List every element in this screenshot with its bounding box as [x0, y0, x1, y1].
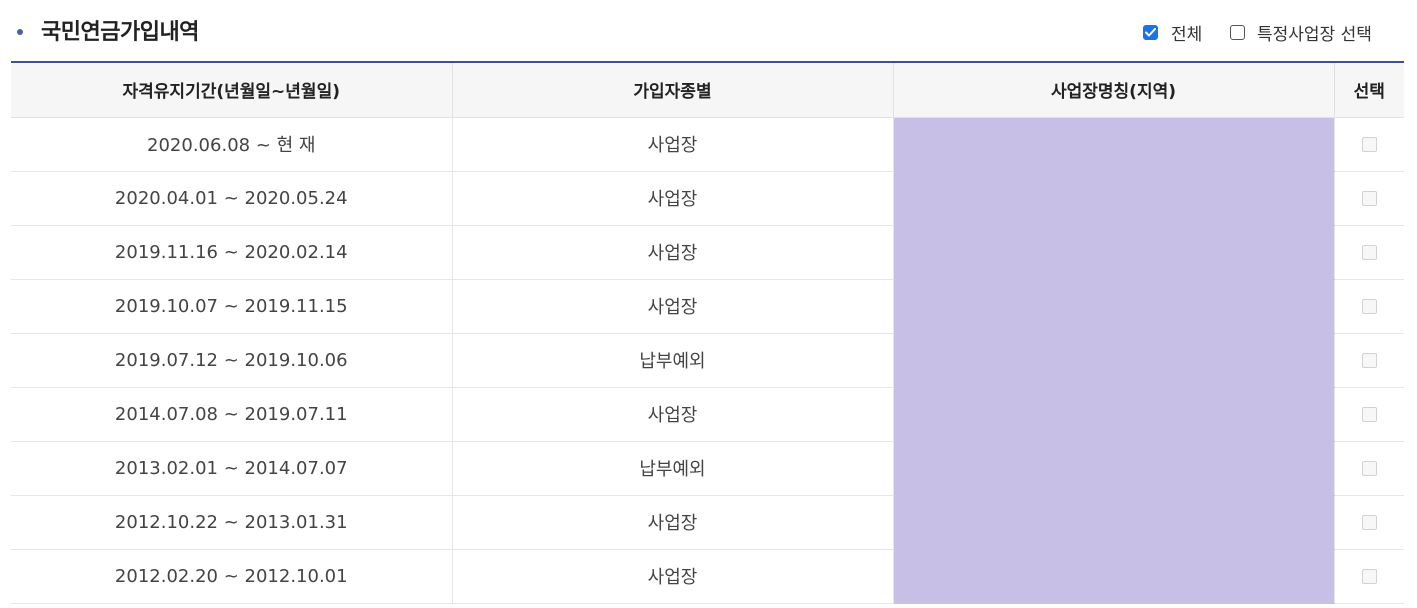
cell-select [1334, 279, 1404, 334]
cell-workplace-redacted [893, 387, 1335, 442]
checkmark-icon [1145, 27, 1156, 36]
cell-workplace-redacted [893, 333, 1335, 388]
table-row: 2020.04.01 ~ 2020.05.24 사업장 [11, 171, 1404, 226]
table-row: 2019.11.16 ~ 2020.02.14 사업장 [11, 225, 1404, 280]
filter-all-checkbox[interactable] [1143, 24, 1158, 40]
table-header-row: 자격유지기간(년월일~년월일) 가입자종별 사업장명칭(지역) 선택 [11, 63, 1404, 118]
table-row: 2012.10.22 ~ 2013.01.31 사업장 [11, 495, 1404, 550]
row-select-checkbox[interactable] [1361, 299, 1377, 314]
section-header: 국민연금가입내역 전체 특정사업장 선택 [0, 0, 1417, 62]
cell-type: 사업장 [452, 117, 894, 172]
cell-period: 2020.06.08 ~ 현 재 [11, 117, 453, 172]
filter-all-toggle[interactable]: 전체 [1143, 21, 1203, 45]
cell-period: 2014.07.08 ~ 2019.07.11 [11, 387, 453, 442]
row-select-checkbox[interactable] [1361, 245, 1377, 260]
cell-period: 2012.02.20 ~ 2012.10.01 [11, 549, 453, 604]
bullet-icon [17, 29, 23, 35]
filter-specific-checkbox[interactable] [1230, 24, 1245, 40]
row-select-checkbox[interactable] [1361, 191, 1377, 206]
cell-type: 납부예외 [452, 333, 894, 388]
cell-type: 사업장 [452, 495, 894, 550]
table-row: 2020.06.08 ~ 현 재 사업장 [11, 117, 1404, 172]
row-select-checkbox[interactable] [1361, 515, 1377, 530]
table-body: 2020.06.08 ~ 현 재 사업장 2020.04.01 ~ 2020.05.… [11, 117, 1404, 604]
table-row: 2012.02.20 ~ 2012.10.01 사업장 [11, 549, 1404, 604]
cell-workplace-redacted [893, 171, 1335, 226]
table-row: 2014.07.08 ~ 2019.07.11 사업장 [11, 387, 1404, 442]
section-title: 국민연금가입내역 [41, 20, 199, 45]
cell-type: 사업장 [452, 171, 894, 226]
cell-select [1334, 225, 1404, 280]
row-select-checkbox[interactable] [1361, 353, 1377, 368]
cell-type: 사업장 [452, 549, 894, 604]
cell-select [1334, 495, 1404, 550]
cell-type: 사업장 [452, 225, 894, 280]
filter-specific-toggle[interactable]: 특정사업장 선택 [1230, 21, 1372, 45]
cell-select [1334, 549, 1404, 604]
cell-type: 사업장 [452, 387, 894, 442]
row-select-checkbox[interactable] [1361, 461, 1377, 476]
header-workplace: 사업장명칭(지역) [893, 63, 1335, 118]
cell-period: 2019.07.12 ~ 2019.10.06 [11, 333, 453, 388]
filter-specific-label: 특정사업장 선택 [1257, 24, 1372, 45]
cell-workplace-redacted [893, 549, 1335, 604]
cell-workplace-redacted [893, 495, 1335, 550]
table-row: 2019.10.07 ~ 2019.11.15 사업장 [11, 279, 1404, 334]
table-row: 2019.07.12 ~ 2019.10.06 납부예외 [11, 333, 1404, 388]
row-select-checkbox[interactable] [1361, 407, 1377, 422]
cell-period: 2013.02.01 ~ 2014.07.07 [11, 441, 453, 496]
cell-select [1334, 171, 1404, 226]
header-period: 자격유지기간(년월일~년월일) [11, 63, 453, 118]
row-select-checkbox[interactable] [1361, 569, 1377, 584]
cell-workplace-redacted [893, 225, 1335, 280]
table-row: 2013.02.01 ~ 2014.07.07 납부예외 [11, 441, 1404, 496]
cell-select [1334, 333, 1404, 388]
cell-type: 납부예외 [452, 441, 894, 496]
cell-period: 2019.10.07 ~ 2019.11.15 [11, 279, 453, 334]
cell-period: 2012.10.22 ~ 2013.01.31 [11, 495, 453, 550]
cell-workplace-redacted [893, 117, 1335, 172]
header-select: 선택 [1334, 63, 1404, 118]
cell-select [1334, 387, 1404, 442]
cell-workplace-redacted [893, 441, 1335, 496]
cell-workplace-redacted [893, 279, 1335, 334]
cell-period: 2019.11.16 ~ 2020.02.14 [11, 225, 453, 280]
enrollment-table: 자격유지기간(년월일~년월일) 가입자종별 사업장명칭(지역) 선택 2020.… [11, 63, 1404, 604]
cell-select [1334, 117, 1404, 172]
filter-all-label: 전체 [1171, 24, 1203, 45]
cell-select [1334, 441, 1404, 496]
enrollment-table-container: 자격유지기간(년월일~년월일) 가입자종별 사업장명칭(지역) 선택 2020.… [11, 61, 1404, 604]
cell-period: 2020.04.01 ~ 2020.05.24 [11, 171, 453, 226]
header-type: 가입자종별 [452, 63, 894, 118]
row-select-checkbox[interactable] [1361, 137, 1377, 152]
cell-type: 사업장 [452, 279, 894, 334]
